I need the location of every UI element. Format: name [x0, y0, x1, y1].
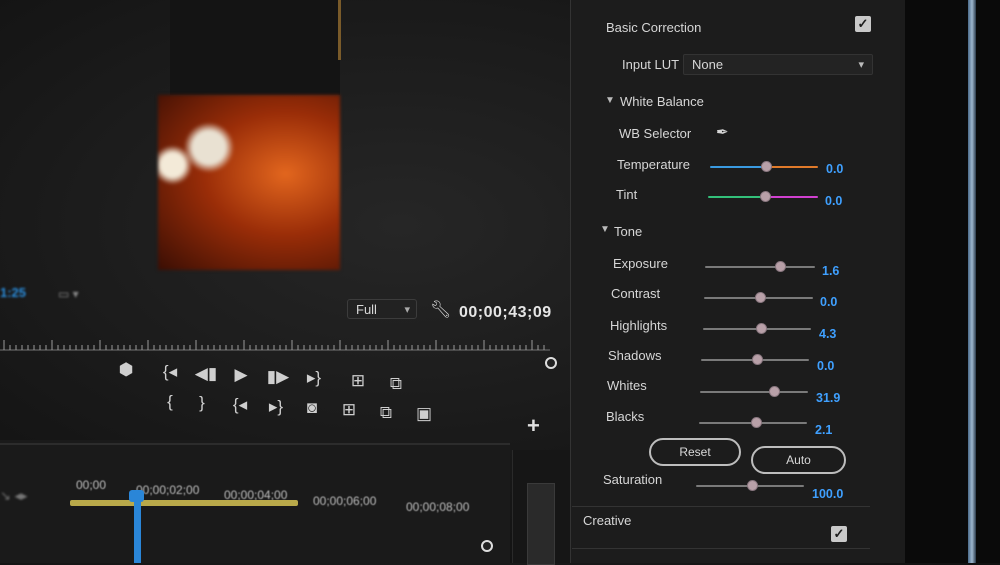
input-lut-select[interactable]: None ▾: [683, 54, 873, 75]
contrast-label: Contrast: [611, 286, 661, 301]
tint-slider-handle[interactable]: [760, 191, 771, 202]
video-frame-top: [170, 0, 340, 95]
play-icon[interactable]: ▶: [229, 365, 253, 385]
saturation-slider-handle[interactable]: [747, 480, 758, 491]
basic-correction-title[interactable]: Basic Correction: [606, 20, 701, 35]
chevron-down-icon: ▾: [404, 304, 410, 316]
wrench-icon[interactable]: 🔧︎: [430, 300, 452, 320]
go-to-out-icon[interactable]: ▸}: [264, 397, 288, 417]
mark-out-icon[interactable]: ▸}: [302, 368, 326, 388]
monitor-bezel-highlight: [968, 0, 976, 563]
timeline-work-area-bar[interactable]: [70, 500, 298, 506]
blacks-label: Blacks: [606, 409, 645, 424]
step-back-icon[interactable]: ◀▮: [194, 364, 218, 384]
input-lut-label: Input LUT: [622, 57, 680, 72]
creative-checkbox[interactable]: ✓: [831, 526, 847, 542]
blacks-slider-handle[interactable]: [751, 417, 762, 428]
go-to-in-icon[interactable]: {◂: [228, 395, 252, 415]
highlights-slider-handle[interactable]: [756, 323, 767, 334]
insert-icon[interactable]: ⊞: [337, 400, 361, 420]
lift-icon[interactable]: ⊞: [346, 371, 370, 391]
tint-track-green[interactable]: [708, 196, 765, 198]
timeline-playhead[interactable]: [134, 492, 141, 563]
in-point-icon[interactable]: {: [158, 392, 182, 412]
temperature-track-warm[interactable]: [766, 166, 818, 168]
tint-value[interactable]: 0.0: [825, 194, 842, 208]
tone-title[interactable]: Tone: [614, 224, 642, 239]
section-divider: [572, 548, 870, 549]
highlights-label: Highlights: [610, 318, 668, 333]
tone-expand-icon[interactable]: ▼: [600, 224, 610, 235]
program-monitor-video: [158, 95, 340, 270]
basic-correction-checkbox[interactable]: ✓: [855, 16, 871, 32]
step-forward-icon[interactable]: ▮▶: [266, 367, 290, 387]
playhead-timecode[interactable]: 00;00;43;09: [459, 304, 552, 322]
tint-label: Tint: [616, 187, 638, 202]
timeline-tick-label: 00;00;08;00: [406, 500, 470, 514]
exposure-slider-handle[interactable]: [775, 261, 786, 272]
highlights-value[interactable]: 4.3: [819, 327, 836, 341]
reset-button[interactable]: Reset: [649, 438, 741, 466]
shadows-label: Shadows: [608, 348, 662, 363]
saturation-label: Saturation: [603, 472, 663, 487]
timeline-divider: [0, 443, 510, 445]
white-balance-title[interactable]: White Balance: [620, 94, 704, 109]
extract-icon[interactable]: ⧉: [384, 374, 408, 394]
audio-meter: [527, 483, 555, 565]
white-balance-expand-icon[interactable]: ▼: [605, 95, 615, 106]
exposure-track[interactable]: [705, 266, 815, 268]
zoom-select[interactable]: Full ▾: [347, 299, 417, 319]
timeline-tick-label: 00;00: [76, 478, 107, 492]
shadows-value[interactable]: 0.0: [817, 359, 834, 373]
temperature-label: Temperature: [617, 157, 690, 172]
section-divider: [572, 506, 870, 507]
creative-title[interactable]: Creative: [583, 513, 631, 528]
eyedropper-icon[interactable]: ✒︎: [716, 123, 729, 141]
timeline-end-handle[interactable]: [481, 540, 493, 552]
temperature-track-cool[interactable]: [710, 166, 766, 168]
overwrite-icon[interactable]: ⧉: [374, 403, 398, 423]
monitor-scrub-bar[interactable]: [0, 330, 555, 356]
playhead-handle[interactable]: [129, 490, 144, 502]
safe-margins-icon[interactable]: ▣: [412, 404, 436, 424]
monitor-bezel: [905, 0, 1000, 563]
input-lut-value: None: [692, 57, 724, 72]
whites-track[interactable]: [700, 391, 808, 393]
exposure-label: Exposure: [613, 256, 668, 271]
scrub-end-handle[interactable]: [545, 357, 557, 369]
fit-icon[interactable]: ▭ ▾: [58, 287, 79, 301]
temperature-value[interactable]: 0.0: [826, 162, 843, 176]
contrast-value[interactable]: 0.0: [820, 295, 837, 309]
source-timecode: 1:25: [0, 285, 27, 300]
export-frame-icon[interactable]: ◙: [300, 398, 324, 418]
whites-slider-handle[interactable]: [769, 386, 780, 397]
mark-in-icon[interactable]: {◂: [158, 362, 182, 382]
track-tool-icon[interactable]: ↘ ◂▸: [0, 488, 28, 504]
auto-button[interactable]: Auto: [751, 446, 846, 474]
monitor-edge: [338, 0, 341, 60]
temperature-slider-handle[interactable]: [761, 161, 772, 172]
whites-label: Whites: [607, 378, 647, 393]
whites-value[interactable]: 31.9: [816, 391, 840, 405]
out-point-icon[interactable]: }: [190, 393, 214, 413]
tint-track-magenta[interactable]: [765, 196, 818, 198]
wb-selector-label: WB Selector: [619, 126, 692, 141]
zoom-select-value: Full: [356, 302, 377, 317]
contrast-slider-handle[interactable]: [755, 292, 766, 303]
blacks-value[interactable]: 2.1: [815, 423, 832, 437]
saturation-value[interactable]: 100.0: [812, 487, 843, 501]
chevron-down-icon: ▾: [858, 59, 864, 71]
timeline-tick-label: 00;00;02;00: [136, 483, 200, 497]
add-button[interactable]: +: [527, 413, 540, 439]
marker-icon[interactable]: ⬢: [114, 360, 138, 380]
shadows-slider-handle[interactable]: [752, 354, 763, 365]
timeline-tick-label: 00;00;06;00: [313, 494, 377, 508]
exposure-value[interactable]: 1.6: [822, 264, 839, 278]
